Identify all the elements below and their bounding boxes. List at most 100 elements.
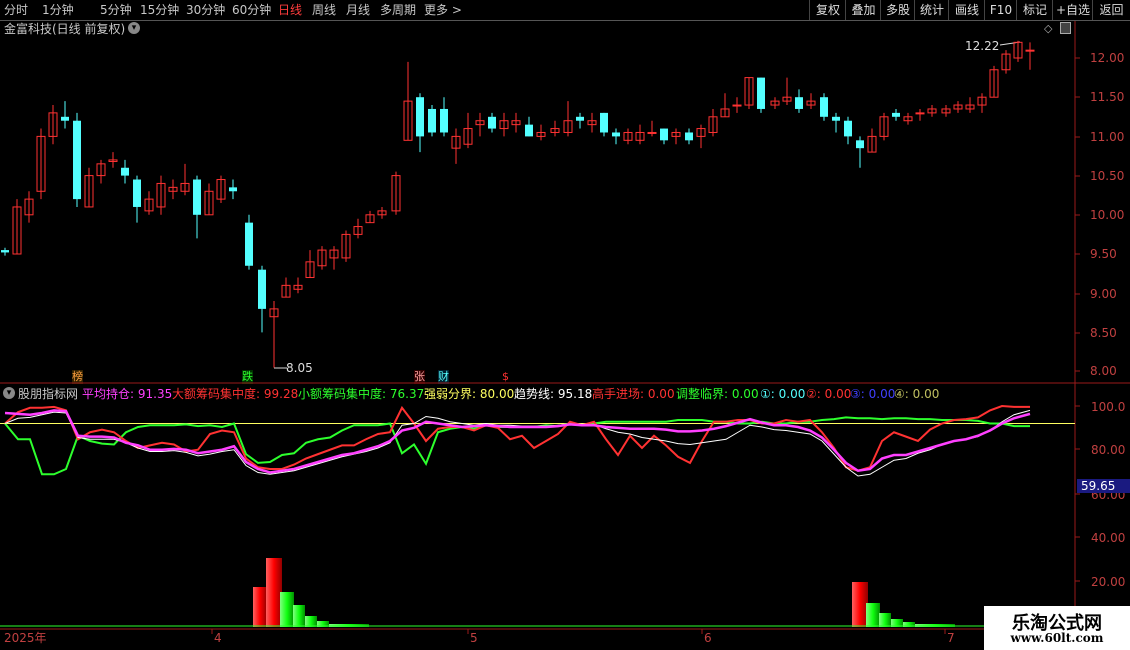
candle bbox=[806, 93, 816, 109]
candle bbox=[245, 214, 253, 270]
candle bbox=[660, 128, 668, 145]
multi-stock-button[interactable]: 多股 bbox=[880, 0, 915, 20]
candlestick-series bbox=[1, 40, 1035, 368]
candle bbox=[600, 112, 608, 137]
candle bbox=[635, 124, 645, 145]
candle bbox=[867, 128, 877, 153]
candle bbox=[856, 136, 864, 168]
add-watchlist-button[interactable]: +自选 bbox=[1052, 0, 1093, 20]
histogram-bar bbox=[293, 605, 305, 627]
candle bbox=[989, 65, 999, 98]
candle bbox=[353, 218, 363, 239]
period-tab-more[interactable]: 更多 > bbox=[424, 0, 462, 20]
candle bbox=[820, 93, 828, 121]
candle bbox=[36, 128, 46, 200]
candle bbox=[879, 112, 889, 141]
period-tab-30min[interactable]: 30分钟 bbox=[186, 0, 225, 20]
period-tab-weekly[interactable]: 周线 bbox=[312, 0, 336, 20]
candle bbox=[511, 112, 521, 133]
candle bbox=[204, 183, 214, 216]
candle bbox=[216, 175, 226, 204]
candle bbox=[732, 97, 742, 113]
candle bbox=[293, 277, 303, 294]
histogram-bar bbox=[266, 558, 282, 627]
candle bbox=[612, 128, 620, 145]
candle bbox=[927, 105, 937, 117]
candle bbox=[121, 159, 129, 184]
histogram-series bbox=[0, 558, 1075, 627]
candle bbox=[193, 175, 201, 239]
candle bbox=[377, 206, 387, 219]
histogram-bar bbox=[280, 592, 294, 627]
candle bbox=[12, 199, 22, 255]
candle bbox=[685, 128, 693, 145]
candle bbox=[475, 112, 485, 137]
candle bbox=[329, 246, 339, 270]
fuquan-button[interactable]: 复权 bbox=[809, 0, 846, 20]
period-tab-fenshi[interactable]: 分时 bbox=[4, 0, 28, 20]
candle bbox=[61, 101, 69, 129]
period-tab-monthly[interactable]: 月线 bbox=[346, 0, 370, 20]
f10-button[interactable]: F10 bbox=[984, 0, 1017, 20]
candle bbox=[403, 61, 413, 141]
candle bbox=[536, 124, 546, 141]
draw-line-button[interactable]: 画线 bbox=[948, 0, 985, 20]
candle bbox=[903, 112, 913, 125]
candle bbox=[133, 175, 141, 223]
candle bbox=[587, 112, 597, 133]
large-chip-line bbox=[4, 404, 1030, 472]
candle bbox=[782, 77, 792, 106]
candle bbox=[892, 108, 900, 121]
period-tab-60min[interactable]: 60分钟 bbox=[232, 0, 271, 20]
candle bbox=[258, 265, 266, 333]
candle bbox=[965, 97, 975, 113]
candle bbox=[757, 77, 765, 113]
period-tab-multi[interactable]: 多周期 bbox=[380, 0, 416, 20]
candle bbox=[744, 77, 754, 109]
candle bbox=[953, 101, 963, 113]
candle bbox=[1013, 40, 1023, 62]
candle bbox=[108, 152, 118, 168]
candle bbox=[576, 112, 584, 129]
candle bbox=[499, 112, 509, 137]
candle bbox=[915, 108, 925, 121]
mark-button[interactable]: 标记 bbox=[1016, 0, 1053, 20]
histogram-bar bbox=[879, 613, 891, 627]
candle bbox=[832, 112, 840, 133]
period-tab-15min[interactable]: 15分钟 bbox=[140, 0, 179, 20]
candle bbox=[341, 230, 351, 262]
candle bbox=[305, 250, 315, 279]
statistics-button[interactable]: 统计 bbox=[914, 0, 949, 20]
histogram-bar bbox=[305, 616, 317, 627]
candle bbox=[391, 171, 401, 215]
period-tab-1min[interactable]: 1分钟 bbox=[42, 0, 74, 20]
overlay-button[interactable]: 叠加 bbox=[845, 0, 881, 20]
candle bbox=[563, 101, 573, 137]
candle bbox=[795, 89, 803, 113]
candle bbox=[73, 112, 81, 207]
period-toolbar: 分时 1分钟 5分钟 15分钟 30分钟 60分钟 日线 周线 月线 多周期 更… bbox=[0, 0, 1130, 21]
candle bbox=[440, 97, 448, 137]
candle bbox=[156, 175, 166, 215]
candle bbox=[1, 247, 9, 256]
candle bbox=[269, 301, 279, 368]
candle bbox=[144, 191, 154, 215]
candle bbox=[84, 167, 94, 208]
candle bbox=[550, 120, 560, 137]
period-tab-5min[interactable]: 5分钟 bbox=[100, 0, 132, 20]
candle bbox=[24, 191, 34, 223]
back-button[interactable]: 返回 bbox=[1092, 0, 1130, 20]
candle bbox=[941, 105, 951, 117]
candle bbox=[365, 210, 375, 224]
candle bbox=[696, 124, 706, 149]
candle bbox=[977, 93, 987, 113]
candle bbox=[168, 179, 178, 200]
indicator-lines bbox=[0, 404, 1075, 477]
histogram-bar bbox=[852, 582, 868, 627]
candle bbox=[488, 112, 496, 133]
period-tab-daily[interactable]: 日线 bbox=[278, 0, 302, 20]
chart-canvas[interactable] bbox=[0, 21, 1130, 650]
candle bbox=[428, 105, 436, 137]
candle bbox=[720, 93, 730, 118]
histogram-bar bbox=[253, 587, 267, 627]
